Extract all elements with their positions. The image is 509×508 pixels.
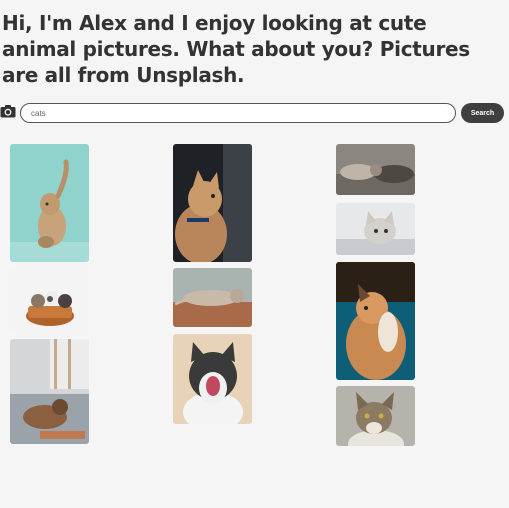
- photo-kitten-reaching-up[interactable]: [10, 144, 89, 262]
- photo-cat-looking-up-teal[interactable]: [336, 262, 415, 380]
- page-heading: Hi, I'm Alex and I enjoy looking at cute…: [2, 11, 470, 87]
- photo-cat-side-portrait[interactable]: [173, 144, 252, 262]
- photo-tabby-cat-portrait[interactable]: [336, 386, 415, 446]
- camera-icon: [0, 104, 16, 118]
- search-input[interactable]: [20, 103, 456, 123]
- photo-cat-stretching-on-floor[interactable]: [173, 268, 252, 327]
- photo-kittens-in-basket[interactable]: [10, 268, 89, 332]
- photo-cat-yawning[interactable]: [173, 334, 252, 424]
- search-bar: Search: [0, 101, 509, 125]
- photo-cats-lying-down[interactable]: [336, 144, 415, 195]
- search-button[interactable]: Search: [461, 103, 504, 123]
- photo-cats-lying-on-blanket[interactable]: [10, 339, 89, 444]
- photo-kitten-white-backdrop[interactable]: [336, 203, 415, 255]
